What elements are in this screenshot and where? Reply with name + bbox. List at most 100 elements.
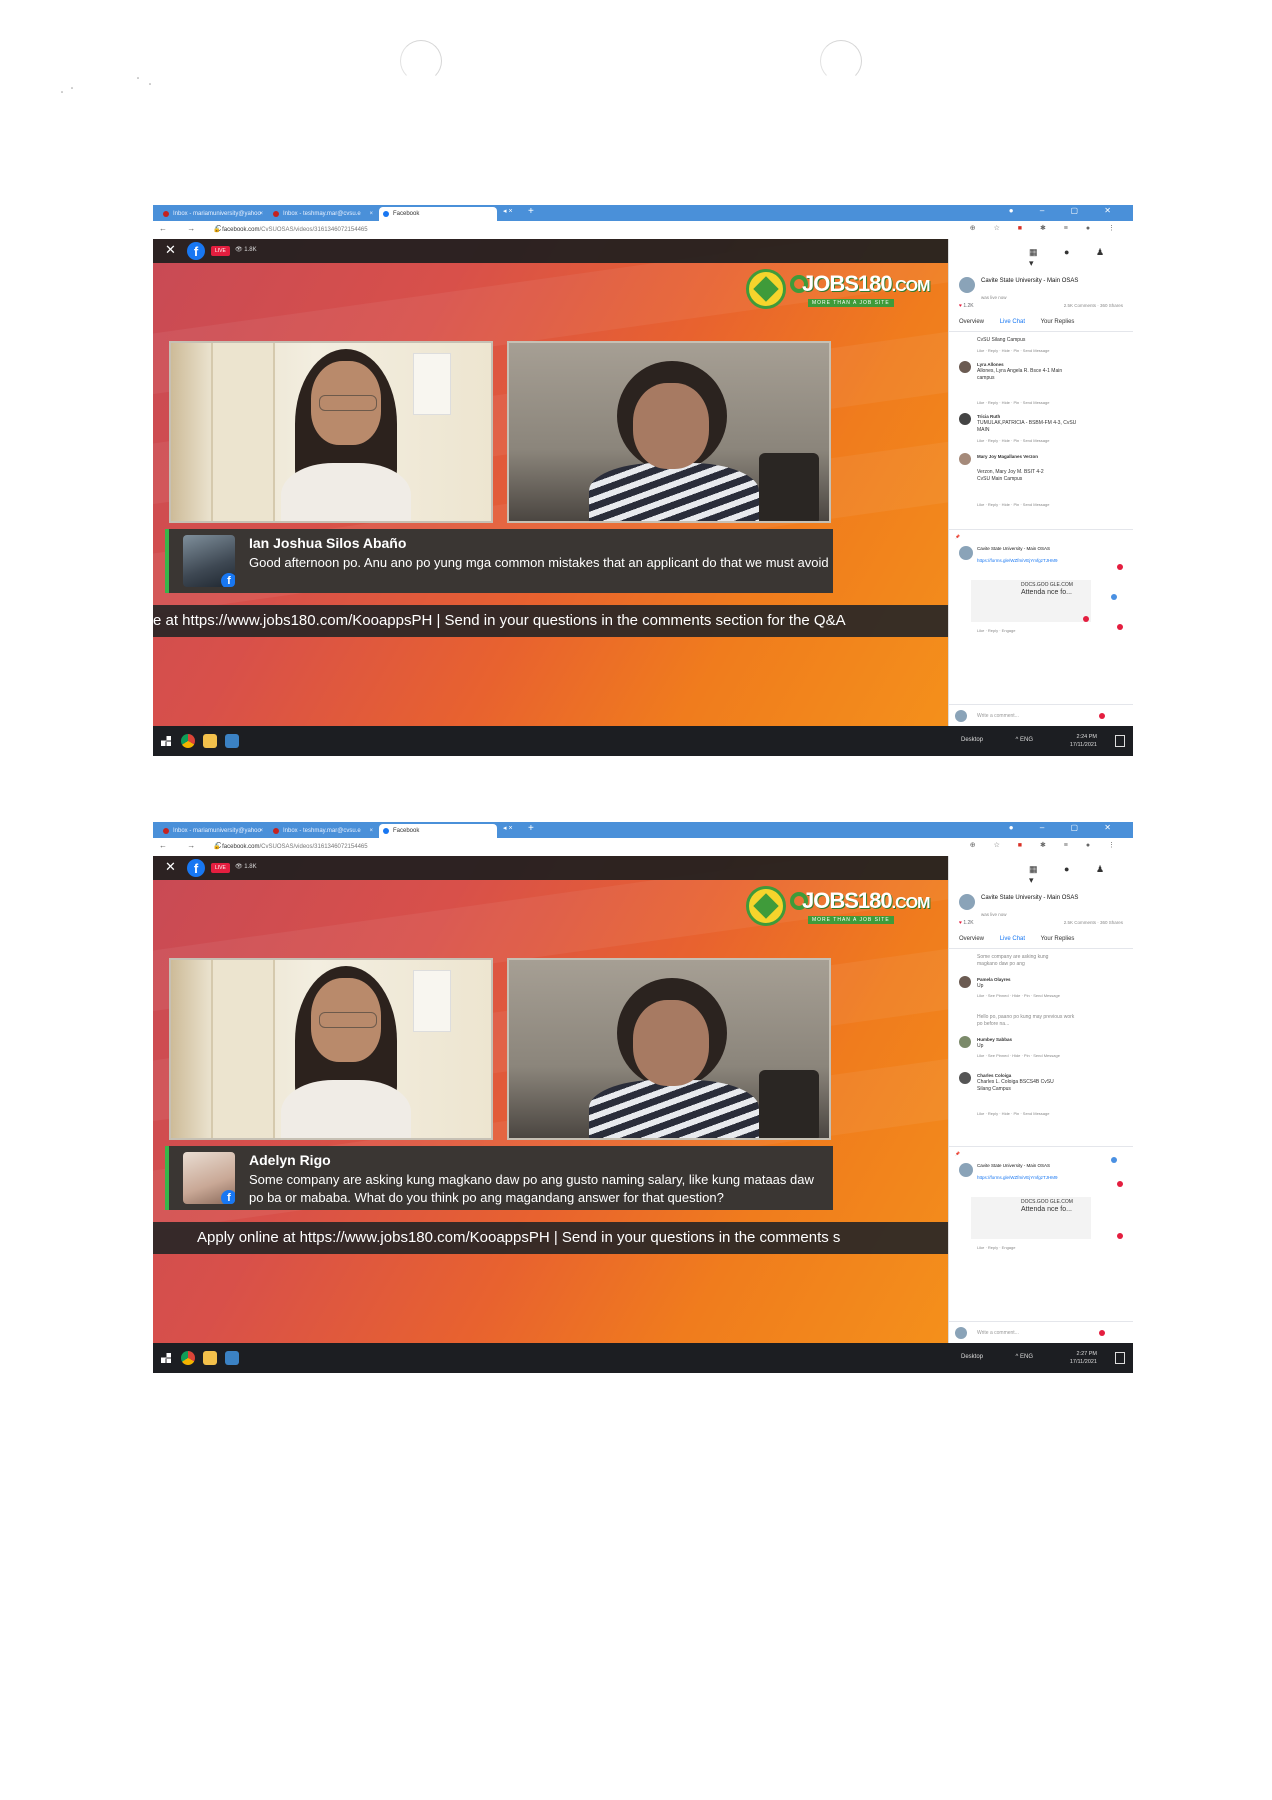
panel-tabs: Overview Live Chat Your Replies — [959, 936, 1088, 942]
tab-live-chat[interactable]: Live Chat — [1000, 936, 1025, 942]
avatar — [955, 1327, 967, 1339]
folder-icon[interactable] — [203, 1351, 217, 1365]
header-icons[interactable]: ▦ ● ♟ ▾ — [1029, 247, 1133, 269]
chrome-icon[interactable] — [181, 1351, 195, 1365]
facebook-icon — [383, 828, 389, 834]
pinned-link[interactable]: https://forms.gle/WZfmiVEjYmfgzTJHM9 — [977, 558, 1072, 564]
viewer-count: 👁 1.8K — [235, 864, 257, 870]
comment-composer: Write a comment... — [949, 1321, 1133, 1343]
windows-start-icon[interactable] — [161, 736, 171, 746]
folder-icon[interactable] — [203, 734, 217, 748]
url-field[interactable]: 🔒 facebook.com/CvSUOSAS/videos/316134607… — [213, 843, 368, 850]
close-tab-icon[interactable]: × — [369, 824, 373, 838]
audio-icon[interactable]: ◂ × — [503, 824, 513, 832]
reaction-count[interactable]: ♥ 1.2K — [959, 920, 974, 926]
tab-overview[interactable]: Overview — [959, 936, 984, 942]
live-badge: LIVE — [211, 863, 230, 873]
live-video-player[interactable]: ✕ f LIVE 👁 1.8K JOBS180.COM MORE THAN A … — [153, 856, 948, 1343]
tab-your-replies[interactable]: Your Replies — [1041, 936, 1075, 942]
avatar[interactable] — [959, 277, 975, 293]
new-tab-button[interactable]: + — [528, 823, 534, 834]
browser-tab-bar: Inbox - mariamuniversity@yahoo × Inbox -… — [153, 822, 1133, 838]
host-camera-feed — [169, 958, 493, 1140]
app-icon[interactable] — [225, 734, 239, 748]
pinned-comment: 📌 Cavite State University - Main OSAS ht… — [949, 1146, 1133, 1259]
tab-inbox-cvsu[interactable]: Inbox - teshmay.mar@cvsu.e × — [269, 207, 377, 221]
mail-icon — [273, 828, 279, 834]
comment-input[interactable]: Write a comment... — [977, 713, 1019, 719]
window-controls[interactable]: ● – ▢ ✕ — [1009, 823, 1123, 832]
avatar[interactable] — [959, 894, 975, 910]
page-name[interactable]: Cavite State University - Main OSAS — [981, 894, 1078, 902]
notification-icon[interactable] — [1115, 1352, 1125, 1364]
seal-icon — [746, 269, 786, 309]
comment-input[interactable]: Write a comment... — [977, 1330, 1019, 1336]
tab-facebook[interactable]: Facebook — [379, 824, 497, 838]
featured-comment: f Adelyn Rigo Some company are asking ku… — [165, 1146, 833, 1210]
screenshot-2: Inbox - mariamuniversity@yahoo × Inbox -… — [153, 822, 1133, 1373]
close-tab-icon[interactable]: × — [369, 207, 373, 221]
close-tab-icon[interactable]: × — [259, 824, 263, 838]
live-video-player[interactable]: ✕ f LIVE 👁 1.8K JOBS180.COM MORE THAN A … — [153, 239, 948, 726]
page-name[interactable]: Cavite State University - Main OSAS — [981, 277, 1078, 285]
tab-live-chat[interactable]: Live Chat — [1000, 319, 1025, 325]
pin-icon: 📌 — [955, 534, 960, 539]
pinned-link[interactable]: https://forms.gle/WZfmiVEjYmfgzTJHM9 — [977, 1175, 1072, 1181]
news-ticker: e at https://www.jobs180.com/KooappsPH |… — [153, 605, 948, 637]
extension-icons[interactable]: ⊕ ☆ ■ ✱ ≡ ● ⋮ — [970, 224, 1123, 232]
address-bar: ← → C 🔒 facebook.com/CvSUOSAS/videos/316… — [153, 221, 1133, 240]
live-chat-panel: ▦ ● ♟ ▾ Cavite State University - Main O… — [948, 239, 1133, 726]
mail-icon — [273, 211, 279, 217]
header-icons[interactable]: ▦ ● ♟ ▾ — [1029, 864, 1133, 886]
chrome-icon[interactable] — [181, 734, 195, 748]
host-camera-feed — [169, 341, 493, 523]
extension-icons[interactable]: ⊕ ☆ ■ ✱ ≡ ● ⋮ — [970, 841, 1123, 849]
close-tab-icon[interactable]: × — [259, 207, 263, 221]
tab-inbox-yahoo[interactable]: Inbox - mariamuniversity@yahoo × — [159, 824, 267, 838]
live-badge: LIVE — [211, 246, 230, 256]
avatar[interactable] — [959, 413, 971, 425]
facebook-logo-icon[interactable]: f — [187, 859, 205, 877]
comment-author: Ian Joshua Silos Abaño — [249, 535, 407, 551]
language-indicator[interactable]: ^ ENG — [1016, 1354, 1034, 1360]
clock[interactable]: 2:24 PM 17/11/2021 — [1070, 733, 1097, 749]
jobs180-logo: JOBS180.COM MORE THAN A JOB SITE — [746, 884, 936, 930]
post-stats[interactable]: 2.5K Comments · 360 Shares — [1064, 920, 1123, 925]
tab-inbox-cvsu[interactable]: Inbox - teshmay.mar@cvsu.e × — [269, 824, 377, 838]
avatar[interactable] — [959, 976, 971, 988]
tab-overview[interactable]: Overview — [959, 319, 984, 325]
avatar: f — [183, 535, 235, 587]
panel-tabs: Overview Live Chat Your Replies — [959, 319, 1088, 325]
scan-specks — [61, 77, 151, 93]
avatar[interactable] — [959, 361, 971, 373]
tab-your-replies[interactable]: Your Replies — [1041, 319, 1075, 325]
avatar[interactable] — [959, 1163, 973, 1177]
mail-icon — [163, 828, 169, 834]
new-tab-button[interactable]: + — [528, 206, 534, 217]
windows-taskbar: Desktop ^ ENG 2:27 PM 17/11/2021 — [153, 1343, 1133, 1373]
post-stats[interactable]: 2.5K Comments · 360 Shares — [1064, 303, 1123, 308]
tab-facebook[interactable]: Facebook — [379, 207, 497, 221]
close-icon[interactable]: ✕ — [165, 242, 176, 258]
close-icon[interactable]: ✕ — [165, 859, 176, 875]
facebook-icon: f — [221, 1190, 235, 1204]
language-indicator[interactable]: ^ ENG — [1016, 737, 1034, 743]
notification-icon[interactable] — [1115, 735, 1125, 747]
facebook-logo-icon[interactable]: f — [187, 242, 205, 260]
avatar[interactable] — [959, 1036, 971, 1048]
window-controls[interactable]: ● – ▢ ✕ — [1009, 206, 1123, 215]
address-bar: ← → C 🔒 facebook.com/CvSUOSAS/videos/316… — [153, 838, 1133, 857]
jobs180-logo: JOBS180.COM MORE THAN A JOB SITE — [746, 267, 936, 313]
audio-icon[interactable]: ◂ × — [503, 207, 513, 215]
clock[interactable]: 2:27 PM 17/11/2021 — [1070, 1350, 1097, 1366]
url-field[interactable]: 🔒 facebook.com/CvSUOSAS/videos/316134607… — [213, 226, 368, 233]
avatar[interactable] — [959, 453, 971, 465]
avatar[interactable] — [959, 1072, 971, 1084]
avatar[interactable] — [959, 546, 973, 560]
tab-inbox-yahoo[interactable]: Inbox - mariamuniversity@yahoo × — [159, 207, 267, 221]
avatar — [955, 710, 967, 722]
app-icon[interactable] — [225, 1351, 239, 1365]
reaction-count[interactable]: ♥ 1.2K — [959, 303, 974, 309]
pin-icon: 📌 — [955, 1151, 960, 1156]
windows-start-icon[interactable] — [161, 1353, 171, 1363]
